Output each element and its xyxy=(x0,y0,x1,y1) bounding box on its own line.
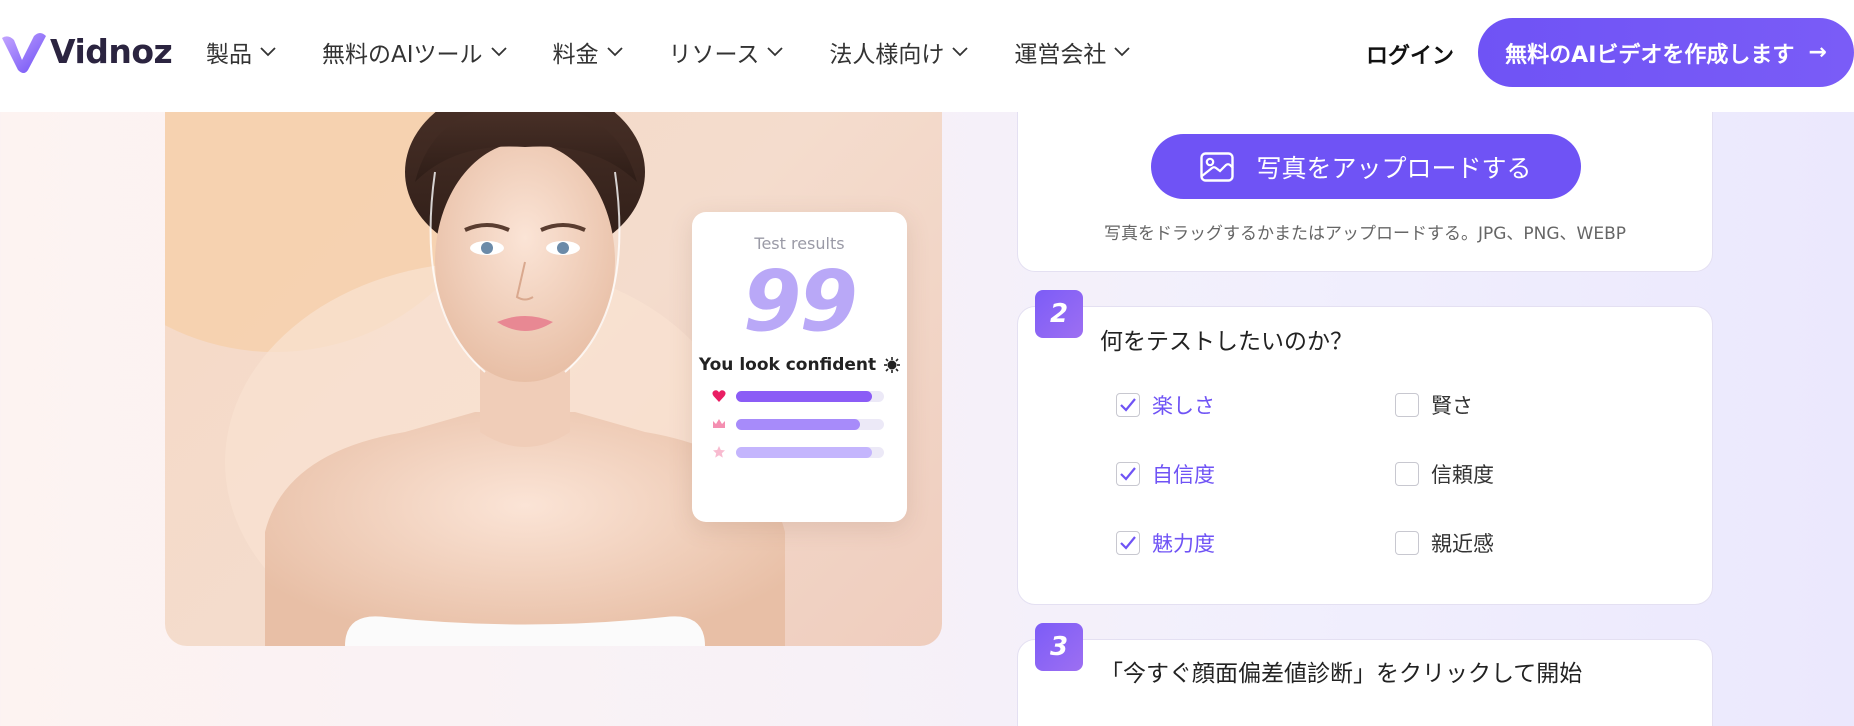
checkbox[interactable] xyxy=(1395,462,1419,486)
result-bar-track xyxy=(736,418,884,430)
nav-label: 製品 xyxy=(206,42,252,68)
sun-icon xyxy=(884,357,901,373)
option-confidence[interactable]: 自信度 xyxy=(1116,459,1215,489)
option-smart[interactable]: 賢さ xyxy=(1395,390,1473,420)
step-number-badge: 3 xyxy=(1035,623,1083,671)
nav-resources[interactable]: リソース xyxy=(669,35,784,69)
result-bar-track xyxy=(736,390,884,402)
nav-label: 無料のAIツール xyxy=(322,42,483,68)
star-icon xyxy=(713,446,725,458)
check-icon xyxy=(1120,398,1136,412)
test-results-card: Test results 99 You look confident xyxy=(692,212,907,522)
cta-label: 無料のAIビデオを作成します xyxy=(1505,42,1795,68)
results-message: You look confident xyxy=(692,355,907,375)
nav-free-ai-tools[interactable]: 無料のAIツール xyxy=(322,35,507,69)
nav-products[interactable]: 製品 xyxy=(206,35,276,69)
option-label: 自信度 xyxy=(1152,463,1215,487)
arrow-right-icon: → xyxy=(1808,40,1827,65)
chevron-down-icon xyxy=(767,47,784,57)
upload-photo-button[interactable]: 写真をアップロードする xyxy=(1151,134,1581,199)
checkbox[interactable] xyxy=(1116,531,1140,555)
result-bar-row xyxy=(692,445,907,459)
nav-label: リソース xyxy=(668,42,760,68)
option-trust[interactable]: 信頼度 xyxy=(1395,459,1494,489)
logo-text: Vidnoz xyxy=(50,31,173,71)
result-bar-fill xyxy=(736,390,873,402)
checkbox[interactable] xyxy=(1395,393,1419,417)
login-link[interactable]: ログイン xyxy=(1366,38,1454,70)
step3-title: 「今すぐ顔面偏差値診断」をクリックして開始 xyxy=(1100,661,1583,687)
results-title: Test results xyxy=(754,234,845,253)
nav-pricing[interactable]: 料金 xyxy=(553,35,623,69)
checkbox[interactable] xyxy=(1116,393,1140,417)
checkbox[interactable] xyxy=(1116,462,1140,486)
checkbox[interactable] xyxy=(1395,531,1419,555)
hero-image: Test results 99 You look confident xyxy=(165,112,942,646)
result-bar-row xyxy=(692,417,907,431)
option-label: 楽しさ xyxy=(1152,394,1215,418)
chevron-down-icon xyxy=(1114,47,1131,57)
option-fun[interactable]: 楽しさ xyxy=(1116,390,1215,420)
nav-label: 料金 xyxy=(552,42,599,68)
nav-business[interactable]: 法人様向け xyxy=(829,35,969,69)
chevron-down-icon xyxy=(260,47,276,57)
nav-company[interactable]: 運営会社 xyxy=(1014,35,1131,69)
result-bar-fill xyxy=(736,418,861,430)
vidnoz-logo[interactable]: Vidnoz xyxy=(0,26,173,76)
chevron-down-icon xyxy=(490,47,507,57)
results-score: 99 xyxy=(743,252,858,350)
site-header: Vidnoz 製品 無料のAIツール 料金 リソース 法人様向け 運営会社 ログ… xyxy=(0,0,1854,112)
main-nav: 製品 無料のAIツール 料金 リソース 法人様向け 運営会社 xyxy=(206,0,1176,104)
nav-label: 運営会社 xyxy=(1014,42,1107,68)
results-message-text: You look confident xyxy=(698,355,877,375)
option-label: 魅力度 xyxy=(1152,532,1215,556)
step2-title: 何をテストしたいのか？ xyxy=(1100,329,1353,355)
start-step-card: 3 「今すぐ顔面偏差値診断」をクリックして開始 xyxy=(1017,623,1713,726)
create-ai-video-button[interactable]: 無料のAIビデオを作成します → xyxy=(1478,18,1854,87)
upload-card: 写真をアップロードする 写真をドラッグするかまたはアップロードする。JPG、PN… xyxy=(1017,92,1713,272)
chevron-down-icon xyxy=(606,47,623,57)
heart-icon xyxy=(712,390,726,402)
option-attractiveness[interactable]: 魅力度 xyxy=(1116,528,1215,558)
option-friendliness[interactable]: 親近感 xyxy=(1395,528,1494,558)
nav-label: 法人様向け xyxy=(829,42,945,68)
result-bar-row xyxy=(692,389,907,403)
option-label: 親近感 xyxy=(1431,532,1494,556)
chevron-down-icon xyxy=(952,47,969,57)
image-icon xyxy=(1200,151,1235,182)
option-label: 賢さ xyxy=(1431,394,1473,418)
upload-hint: 写真をドラッグするかまたはアップロードする。JPG、PNG、WEBP xyxy=(1103,224,1627,244)
check-icon xyxy=(1120,467,1136,481)
option-label: 信頼度 xyxy=(1431,463,1494,487)
step-number-badge: 2 xyxy=(1035,290,1083,338)
result-bar-track xyxy=(736,446,884,458)
upload-button-label: 写真をアップロードする xyxy=(1256,153,1532,183)
test-options-card: 2 何をテストしたいのか？ 楽しさ 賢さ 自信度 信頼度 魅力度 親近感 xyxy=(1017,290,1713,605)
check-icon xyxy=(1120,536,1136,550)
vidnoz-logo-icon xyxy=(2,33,46,73)
result-bar-fill xyxy=(736,446,873,458)
crown-icon xyxy=(713,419,725,428)
